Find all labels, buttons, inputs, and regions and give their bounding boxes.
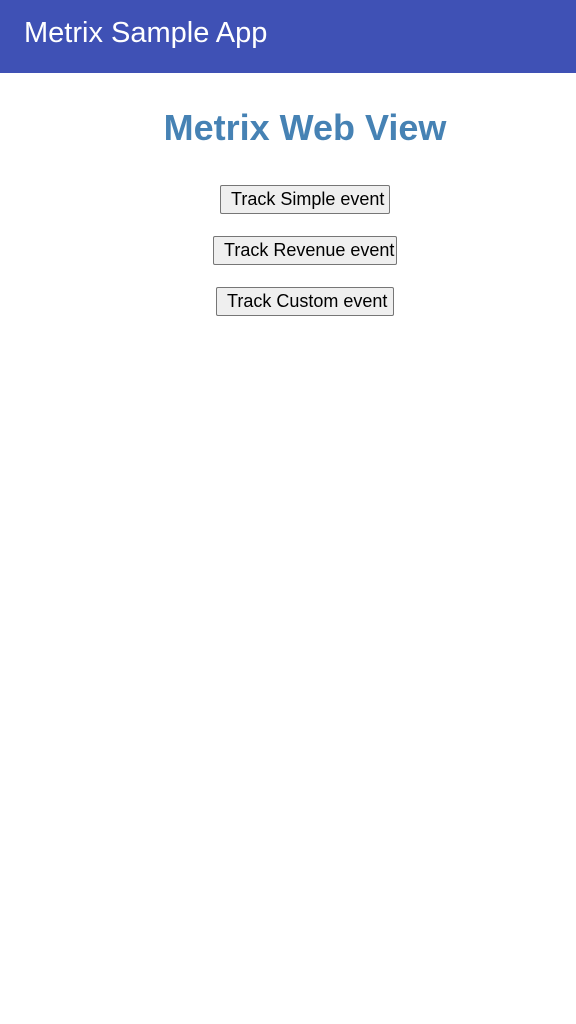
web-view-heading: Metrix Web View xyxy=(163,107,447,148)
track-simple-event-button[interactable]: Track Simple event xyxy=(220,185,390,214)
track-custom-event-button[interactable]: Track Custom event xyxy=(216,287,394,316)
track-revenue-event-button[interactable]: Track Revenue event xyxy=(213,236,397,265)
app-title: Metrix Sample App xyxy=(24,17,268,49)
web-view: Metrix Web View Track Simple event Track… xyxy=(0,73,576,1024)
app-bar: Metrix Sample App xyxy=(0,0,576,73)
